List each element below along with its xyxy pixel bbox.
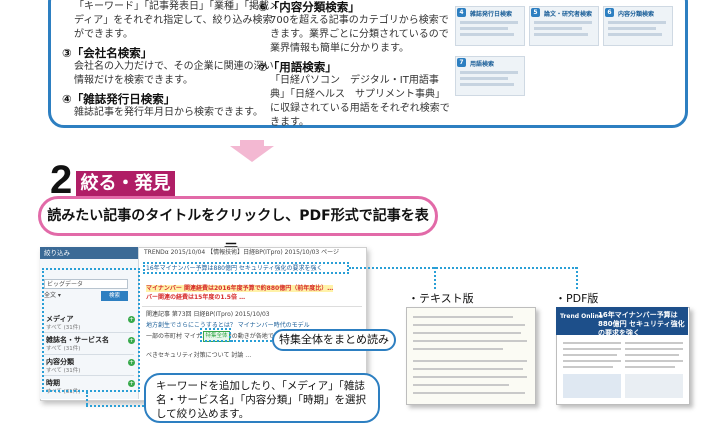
article-body: マイナンバー 関連経費は2016年度予算で約880億円（前年度比）… (146, 285, 334, 293)
article-meta: TRENDα 2015/10/04 【情報技術】日経BP(ITpro) 2015… (144, 249, 340, 256)
thumb-title: 雑誌発行日検索 (470, 11, 513, 18)
connector (231, 340, 272, 342)
pdf-logo: Trend Online (560, 313, 603, 320)
item6-heading: ⑥「内容分類検索」 (258, 0, 360, 14)
connector (349, 267, 577, 269)
article-snippet: マイナンバー 関連経費は2016年度予算で約880億円（前年度比）… (146, 285, 334, 292)
pdf-version-label: ・PDF版 (555, 292, 599, 305)
thumb-number: 7 (457, 58, 466, 67)
item7-heading: ⑦「用語検索」 (258, 60, 337, 74)
thumb-title: 用語検索 (470, 61, 495, 68)
article-snippet: バー関連の経費は15年度の1.5倍 … (146, 294, 246, 301)
thumb-number: 6 (605, 8, 614, 17)
feature-column-middle: ⑥「内容分類検索」 700を超える記事のカテゴリから検索できます。業界ごとに分類… (258, 0, 452, 130)
item7-desc: 「日経パソコン デジタル・IT用語事典」「日経ヘルス サプリメント事典」に収録さ… (270, 75, 450, 128)
tag-highlight (200, 328, 231, 342)
feature-thumbnail-grid: 4 雑誌発行日検索 5 論文・研究者検索 6 内容分類検索 7 用語検索 (455, 0, 680, 120)
filter-sidebar-header: 絞り込み (40, 247, 138, 259)
item4-desc: 雑誌記事を発行年月日から検索できます。 (74, 107, 263, 118)
step-instruction: 読みたい記事のタイトルをクリックし、PDF形式で記事を表示。 (38, 196, 438, 258)
down-arrow-icon (230, 140, 274, 162)
step-title: 絞る・発見 (76, 171, 175, 197)
feature-column-left: 「キーワード」「記事発表日」「業種」「掲載メディア」をそれぞれ指定して、絞り込み… (62, 0, 280, 120)
thumb-number: 5 (531, 8, 540, 17)
thumb-number: 4 (457, 8, 466, 17)
thumb-title: 内容分類検索 (618, 11, 655, 18)
thumb-5: 5 論文・研究者検索 (529, 6, 599, 46)
thumb-4: 4 雑誌発行日検索 (455, 6, 525, 46)
step-number: 2 (50, 158, 72, 202)
article-meta: 関連記事 第73回 日経BP(ITpro) 2015/10/03 (146, 311, 270, 318)
item6-desc: 700を超える記事のカテゴリから検索できます。業界ごとに分類されているので業界情… (270, 15, 449, 54)
text-version-preview (406, 307, 536, 405)
filter-callout: キーワードを追加したり、「メディア」「雑誌名・サービス名」「内容分類」「時期」を… (144, 373, 380, 423)
item3-heading: ③「会社名検索」 (62, 46, 153, 60)
thumb-title: 論文・研究者検索 (544, 11, 593, 18)
item1-desc: 「キーワード」「記事発表日」「業種」「掲載メディア」をそれぞれ指定して、絞り込み… (74, 1, 279, 40)
special-feature-callout: 特集全体をまとめ読み (272, 329, 396, 351)
title-highlight (143, 262, 349, 274)
connector (86, 392, 88, 405)
item3-desc: 会社名の入力だけで、その企業に関連の深い情報だけを検索できます。 (74, 61, 274, 86)
thumb-6: 6 内容分類検索 (603, 6, 673, 46)
divider (142, 306, 362, 307)
connector (86, 405, 144, 407)
pdf-article-title: 16年マイナンバー予算は880億円 セキュリティ強化の要求を強く (598, 311, 685, 337)
connector (576, 267, 578, 289)
filter-highlight (42, 268, 140, 392)
article-body: バー関連の経費は15年度の1.5倍 … (146, 294, 245, 302)
text-version-label: ・テキスト版 (408, 292, 474, 305)
thumb-7: 7 用語検索 (455, 56, 525, 96)
connector (434, 267, 436, 289)
article-body: ベきセキュリティ対策について 討論 … (146, 352, 252, 359)
item4-heading: ④「雑誌発行日検索」 (62, 92, 176, 106)
